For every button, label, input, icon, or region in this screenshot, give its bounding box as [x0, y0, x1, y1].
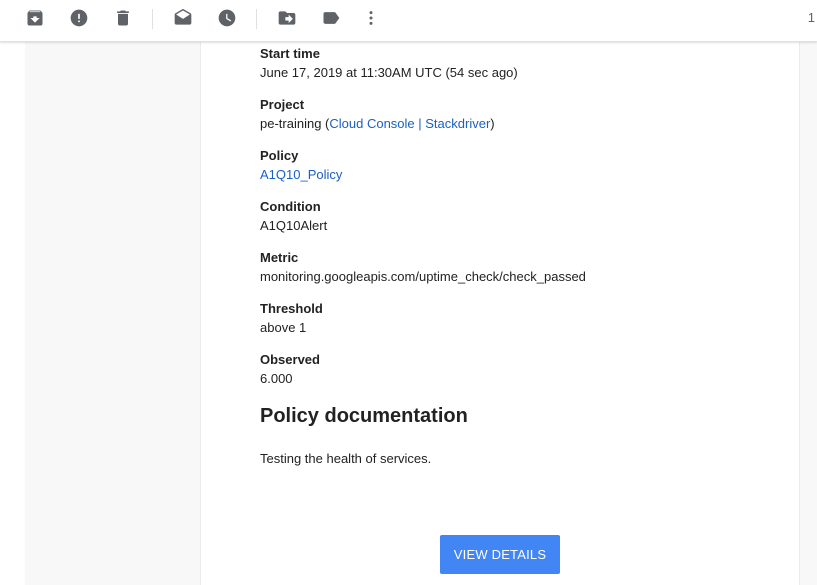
label-icon[interactable]	[319, 6, 343, 30]
toolbar-divider	[256, 9, 257, 29]
field-label: Start time	[260, 46, 320, 61]
mark-unread-icon[interactable]	[171, 6, 195, 30]
field-start-time: Start time June 17, 2019 at 11:30AM UTC …	[260, 46, 518, 81]
field-metric: Metric monitoring.googleapis.com/uptime_…	[260, 250, 586, 285]
field-value: monitoring.googleapis.com/uptime_check/c…	[260, 269, 586, 284]
archive-icon[interactable]	[23, 6, 47, 30]
field-value: 6.000	[260, 371, 293, 386]
page-count: 1	[807, 10, 815, 25]
policy-documentation-heading: Policy documentation	[260, 405, 468, 427]
field-value: pe-training (Cloud Console | Stackdriver…	[260, 116, 495, 132]
field-policy: Policy A1Q10_Policy	[260, 148, 342, 183]
link-separator: |	[414, 116, 426, 131]
right-margin	[799, 42, 817, 585]
field-value: above 1	[260, 320, 307, 335]
field-value: A1Q10Alert	[260, 218, 328, 233]
report-spam-icon[interactable]	[67, 6, 91, 30]
project-suffix: )	[490, 116, 495, 131]
field-observed: Observed 6.000	[260, 352, 320, 387]
project-name: pe-training (	[260, 116, 330, 131]
field-label: Policy	[260, 148, 299, 163]
snooze-icon[interactable]	[215, 6, 239, 30]
field-condition: Condition A1Q10Alert	[260, 199, 327, 234]
more-icon[interactable]	[359, 6, 383, 30]
field-label: Condition	[260, 199, 321, 214]
field-label: Threshold	[260, 301, 323, 316]
move-to-icon[interactable]	[275, 6, 299, 30]
left-margin	[25, 42, 201, 585]
field-project: Project pe-training (Cloud Console | Sta…	[260, 97, 495, 132]
view-details-button[interactable]: VIEW DETAILS	[440, 535, 560, 574]
field-value: A1Q10_Policy	[260, 167, 342, 183]
stackdriver-link[interactable]: Stackdriver	[425, 116, 490, 131]
field-value: June 17, 2019 at 11:30AM UTC (54 sec ago…	[260, 65, 518, 80]
cloud-console-link[interactable]: Cloud Console	[329, 116, 414, 131]
email-toolbar: 1	[0, 0, 817, 42]
policy-link[interactable]: A1Q10_Policy	[260, 167, 342, 182]
delete-icon[interactable]	[111, 6, 135, 30]
field-label: Metric	[260, 250, 299, 265]
toolbar-divider	[152, 9, 153, 29]
policy-documentation-text: Testing the health of services.	[260, 451, 432, 466]
field-label: Observed	[260, 352, 320, 367]
field-label: Project	[260, 97, 305, 112]
field-threshold: Threshold above 1	[260, 301, 323, 336]
